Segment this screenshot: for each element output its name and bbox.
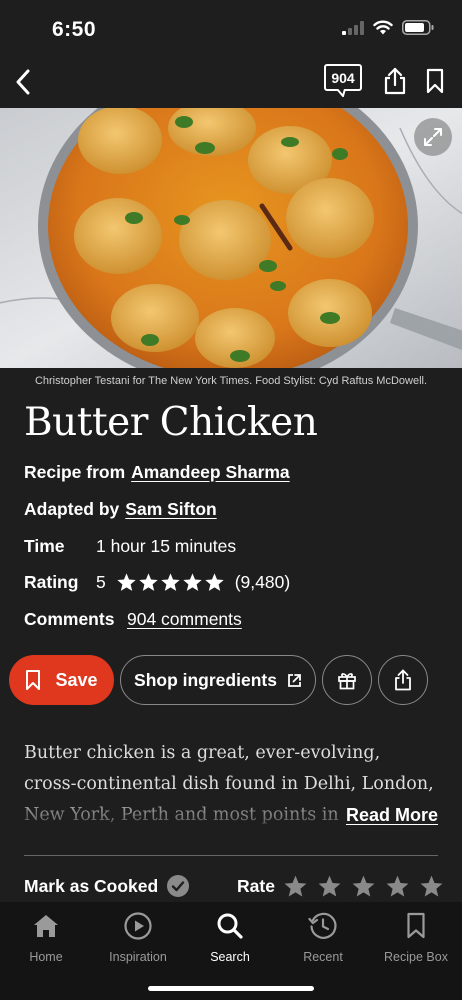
bookmark-icon bbox=[26, 670, 41, 690]
adapted-by-row: Adapted by Sam Sifton bbox=[24, 499, 217, 520]
comments-label: Comments bbox=[24, 609, 115, 629]
butter-chicken-photo bbox=[0, 108, 462, 368]
star-icon bbox=[161, 573, 180, 591]
status-bar: 6:50 bbox=[0, 0, 462, 56]
tab-home[interactable]: Home bbox=[0, 910, 92, 964]
external-link-icon bbox=[288, 673, 301, 687]
rate-label: Rate bbox=[237, 876, 275, 896]
time-label: Time bbox=[24, 536, 65, 556]
history-icon bbox=[308, 912, 337, 939]
shop-ingredients-label: Shop ingredients bbox=[134, 669, 277, 690]
top-nav: 904 bbox=[0, 56, 462, 108]
chevron-left-icon bbox=[16, 69, 30, 95]
mark-as-cooked-label: Mark as Cooked bbox=[24, 875, 159, 896]
rate-star-5[interactable] bbox=[419, 874, 444, 899]
share-icon bbox=[395, 669, 411, 691]
comments-row: Comments 904 comments bbox=[24, 609, 242, 630]
recipe-author-link[interactable]: Amandeep Sharma bbox=[131, 462, 290, 483]
recipe-from-row: Recipe from Amandeep Sharma bbox=[24, 462, 290, 483]
rating-stars bbox=[116, 572, 225, 593]
search-icon bbox=[217, 913, 243, 939]
action-row: Save Shop ingredients bbox=[9, 655, 428, 705]
rate-star-4[interactable] bbox=[385, 874, 410, 899]
rating-row: Rating 5 (9,480) bbox=[24, 572, 290, 593]
star-icon bbox=[183, 573, 202, 591]
photo-caption: Christopher Testani for The New York Tim… bbox=[34, 375, 428, 387]
battery-icon bbox=[402, 20, 434, 35]
tab-recipe-box-label: Recipe Box bbox=[384, 950, 448, 964]
read-more-link[interactable]: Read More bbox=[339, 805, 438, 826]
time-row: Time 1 hour 15 minutes bbox=[24, 536, 236, 557]
tab-bar: Home Inspiration Search Recent Recipe Bo… bbox=[0, 902, 462, 1000]
adapted-by-label: Adapted by bbox=[24, 499, 120, 519]
rate-stars bbox=[283, 874, 444, 899]
shop-ingredients-button[interactable]: Shop ingredients bbox=[120, 655, 316, 705]
star-icon bbox=[139, 573, 158, 591]
bookmark-icon bbox=[407, 912, 425, 939]
rating-label: Rating bbox=[24, 572, 79, 592]
tab-recent-label: Recent bbox=[303, 950, 343, 964]
signal-icon bbox=[342, 20, 364, 35]
tab-inspiration[interactable]: Inspiration bbox=[92, 910, 184, 964]
rate-star-2[interactable] bbox=[317, 874, 342, 899]
expand-image-button[interactable] bbox=[414, 118, 452, 156]
time-value: 1 hour 15 minutes bbox=[96, 536, 237, 556]
speech-tail-icon bbox=[337, 89, 346, 97]
expand-icon bbox=[424, 128, 442, 146]
comments-count: 904 bbox=[324, 64, 362, 91]
star-icon bbox=[205, 573, 224, 591]
tab-inspiration-label: Inspiration bbox=[109, 950, 167, 964]
recipe-from-label: Recipe from bbox=[24, 462, 126, 482]
comments-link[interactable]: 904 comments bbox=[127, 609, 242, 630]
gift-button[interactable] bbox=[322, 655, 372, 705]
wifi-icon bbox=[373, 20, 393, 35]
home-icon bbox=[34, 915, 58, 937]
rating-value: 5 bbox=[96, 572, 106, 592]
save-label: Save bbox=[55, 669, 98, 690]
rate-star-1[interactable] bbox=[283, 874, 308, 899]
recipe-title: Butter Chicken bbox=[24, 400, 318, 445]
star-icon bbox=[117, 573, 136, 591]
check-circle-icon bbox=[167, 875, 190, 897]
status-icons bbox=[342, 20, 434, 35]
share-icon[interactable] bbox=[384, 67, 406, 95]
mark-as-cooked-button[interactable]: Mark as Cooked bbox=[24, 874, 190, 898]
tab-recipe-box[interactable]: Recipe Box bbox=[370, 910, 462, 964]
rate-row: Rate bbox=[237, 874, 444, 899]
tab-search-label: Search bbox=[210, 950, 250, 964]
adapter-link[interactable]: Sam Sifton bbox=[125, 499, 216, 520]
comments-count-button[interactable]: 904 bbox=[324, 64, 364, 98]
tab-recent[interactable]: Recent bbox=[277, 910, 369, 964]
share-button[interactable] bbox=[378, 655, 428, 705]
bookmark-icon[interactable] bbox=[426, 68, 444, 94]
tab-search[interactable]: Search bbox=[184, 910, 276, 964]
divider bbox=[24, 855, 438, 856]
play-circle-icon bbox=[124, 912, 152, 940]
gift-icon bbox=[338, 673, 356, 690]
back-button[interactable] bbox=[8, 66, 38, 98]
rate-star-3[interactable] bbox=[351, 874, 376, 899]
status-time: 6:50 bbox=[52, 18, 97, 41]
save-button[interactable]: Save bbox=[9, 655, 114, 705]
home-indicator bbox=[148, 986, 314, 991]
hero-image[interactable] bbox=[0, 108, 462, 368]
rating-count: (9,480) bbox=[234, 572, 291, 592]
tab-home-label: Home bbox=[29, 950, 63, 964]
